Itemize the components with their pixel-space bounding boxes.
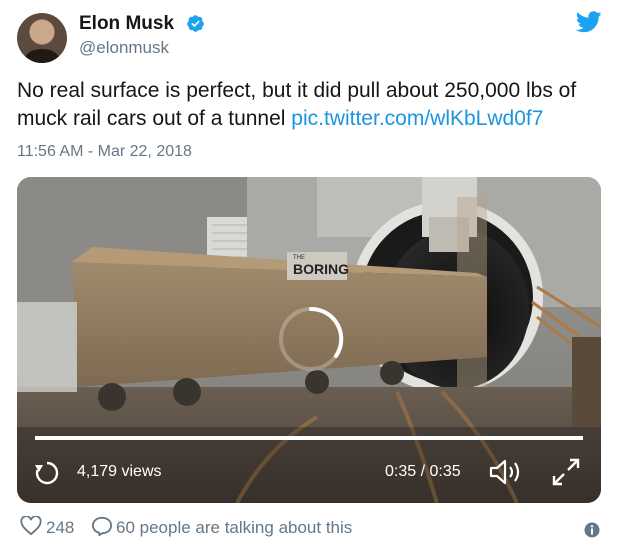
- author-handle[interactable]: @elonmusk: [79, 38, 169, 58]
- author-name[interactable]: Elon Musk: [79, 13, 174, 35]
- tweet-media-link[interactable]: pic.twitter.com/wlKbLwd0f7: [291, 107, 543, 130]
- tweet-timestamp[interactable]: 11:56 AM - Mar 22, 2018: [17, 143, 192, 161]
- conversation-count[interactable]: 60 people are talking about this: [116, 518, 352, 538]
- replay-icon[interactable]: [34, 460, 60, 486]
- volume-icon[interactable]: [488, 457, 524, 487]
- scene-sign-line2: BORING: [293, 261, 349, 277]
- video-progress-fill: [35, 436, 583, 440]
- twitter-bird-icon[interactable]: [576, 11, 602, 33]
- video-time: 0:35 / 0:35: [385, 463, 461, 480]
- video-progress-bar[interactable]: [35, 436, 583, 440]
- view-count: 4,179 views: [77, 463, 162, 480]
- loading-spinner-icon: [279, 306, 344, 371]
- info-icon[interactable]: [584, 522, 600, 538]
- fullscreen-icon[interactable]: [551, 457, 581, 487]
- tweet-text: No real surface is perfect, but it did p…: [17, 77, 607, 133]
- heart-icon[interactable]: [20, 516, 42, 536]
- video-player[interactable]: THE BORING 4,179 views 0:35 / 0:35: [17, 177, 601, 503]
- verified-badge-icon: [187, 15, 204, 32]
- like-count[interactable]: 248: [46, 518, 74, 538]
- avatar[interactable]: [17, 13, 67, 63]
- speech-bubble-icon[interactable]: [91, 516, 113, 536]
